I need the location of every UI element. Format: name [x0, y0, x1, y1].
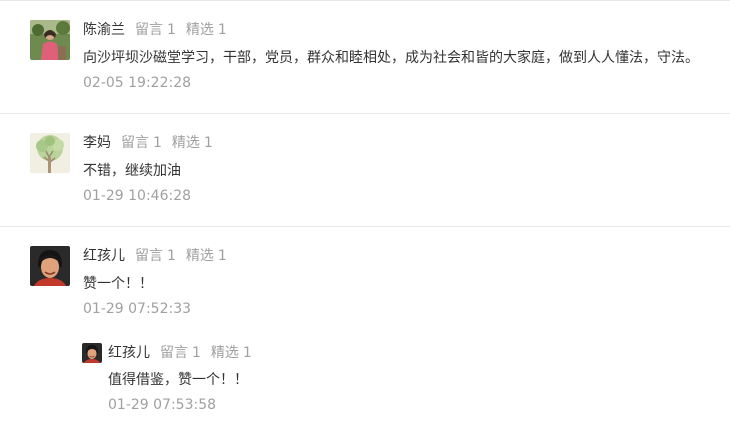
selected-label: 精选 — [185, 22, 214, 38]
selected-count: 1 — [203, 135, 213, 151]
messages-count: 1 — [192, 345, 201, 361]
comment-item: 李妈 留言 1 精选 1 不错，继续加油 01-29 10:46:28 — [0, 113, 730, 226]
selected-stat: 精选 1 — [186, 22, 227, 38]
comment-text: 不错，继续加油 — [83, 163, 181, 179]
commenter-name[interactable]: 陈渝兰 — [83, 22, 125, 38]
comment-time: 01-29 07:52:33 — [83, 301, 192, 317]
portrait-photo-dark-icon — [30, 246, 70, 286]
selected-label: 精选 — [185, 248, 214, 264]
reply-time: 01-29 07:53:58 — [108, 397, 217, 413]
selected-stat: 精选 1 — [186, 248, 227, 264]
comment-text: 赞一个！！ — [83, 276, 153, 292]
comment-meta: 陈渝兰 留言 1 精选 1 — [83, 21, 227, 39]
selected-stat: 精选 1 — [211, 345, 252, 361]
comment-item: 陈渝兰 留言 1 精选 1 向沙坪坝沙磁堂学习，干部，党员，群众和睦相处，成为社会和皆的… — [0, 0, 730, 113]
messages-stat: 留言 1 — [160, 345, 201, 361]
comment-time: 01-29 10:46:28 — [83, 188, 192, 204]
messages-label: 留言 — [160, 345, 188, 361]
messages-count: 1 — [167, 248, 176, 264]
comment-time: 02-05 19:22:28 — [83, 75, 192, 91]
selected-count: 1 — [217, 248, 227, 264]
tree-illustration-icon — [30, 133, 70, 173]
selected-label: 精选 — [171, 135, 200, 151]
messages-label: 留言 — [121, 135, 149, 151]
avatar[interactable] — [30, 246, 70, 286]
selected-label: 精选 — [210, 345, 239, 361]
commenter-name[interactable]: 红孩儿 — [83, 248, 125, 264]
comment-meta: 红孩儿 留言 1 精选 1 — [83, 247, 227, 265]
commenter-name[interactable]: 李妈 — [83, 135, 111, 151]
selected-count: 1 — [217, 22, 227, 38]
comment-item: 红孩儿 留言 1 精选 1 赞一个！！ 01-29 07:52:33 — [0, 226, 730, 336]
messages-stat: 留言 1 — [135, 22, 176, 38]
messages-stat: 留言 1 — [121, 135, 162, 151]
messages-label: 留言 — [135, 22, 163, 38]
reply-avatar[interactable] — [82, 343, 102, 363]
messages-label: 留言 — [135, 248, 163, 264]
selected-stat: 精选 1 — [172, 135, 213, 151]
messages-count: 1 — [153, 135, 162, 151]
reply-text: 值得借鉴，赞一个！！ — [108, 372, 248, 388]
reply-item: 红孩儿 留言 1 精选 1 值得借鉴，赞一个！！ 01-29 07:53:58 — [0, 336, 730, 424]
avatar[interactable] — [30, 133, 70, 173]
messages-stat: 留言 1 — [135, 248, 176, 264]
messages-count: 1 — [167, 22, 176, 38]
avatar[interactable] — [30, 20, 70, 60]
selected-count: 1 — [242, 345, 252, 361]
portrait-photo-outdoor-icon — [30, 20, 70, 60]
comment-meta: 李妈 留言 1 精选 1 — [83, 134, 213, 152]
portrait-photo-dark-icon — [82, 343, 102, 363]
reply-name[interactable]: 红孩儿 — [108, 345, 150, 361]
comment-text: 向沙坪坝沙磁堂学习，干部，党员，群众和睦相处，成为社会和皆的大家庭，做到人人懂法… — [83, 50, 699, 66]
reply-meta: 红孩儿 留言 1 精选 1 — [108, 344, 252, 362]
